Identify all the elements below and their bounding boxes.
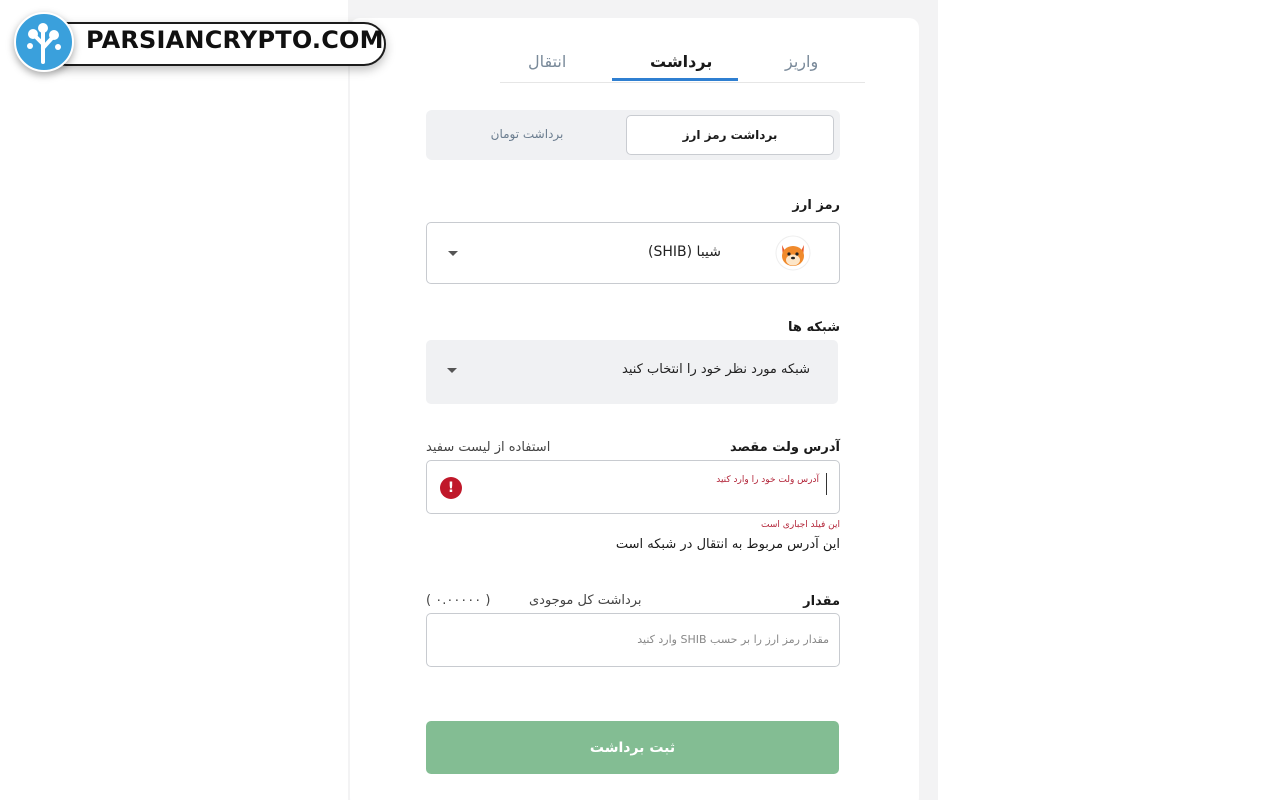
address-hint: این آدرس مربوط به انتقال در شبکه است [615, 537, 840, 552]
whitelist-link[interactable]: استفاده از لیست سفید [426, 440, 550, 455]
network-placeholder: شبکه مورد نظر خود را انتخاب کنید [622, 362, 810, 377]
balance-value: ( ۰.۰۰۰۰۰ ) [426, 593, 491, 608]
currency-label: رمز ارز [792, 198, 840, 213]
text-cursor [826, 473, 827, 495]
address-input[interactable]: آدرس ولت خود را وارد کنید ! [426, 460, 840, 514]
toman-withdraw-option[interactable]: برداشت تومان [432, 115, 622, 153]
amount-label: مقدار [803, 594, 840, 609]
crypto-withdraw-option[interactable]: برداشت رمز ارز [626, 115, 834, 155]
logo-text: PARSIANCRYPTO.COM [86, 26, 384, 54]
address-label: آدرس ولت مقصد [729, 440, 840, 455]
currency-value: شیبا (SHIB) [648, 244, 721, 260]
error-icon: ! [440, 477, 462, 499]
shiba-inu-coin-icon [775, 235, 811, 271]
tab-withdraw[interactable]: برداشت [650, 52, 712, 71]
address-placeholder: آدرس ولت خود را وارد کنید [716, 475, 819, 485]
logo-tree-icon [14, 12, 74, 72]
currency-select[interactable]: شیبا (SHIB) [426, 222, 840, 284]
site-logo: PARSIANCRYPTO.COM [14, 12, 386, 72]
submit-withdraw-button[interactable]: ثبت برداشت [426, 721, 839, 774]
address-error: این فیلد اجباری است [761, 520, 840, 530]
network-select[interactable]: شبکه مورد نظر خود را انتخاب کنید [426, 340, 838, 404]
active-tab-indicator [612, 78, 738, 81]
chevron-down-icon [447, 368, 457, 373]
amount-input[interactable]: مقدار رمز ارز را بر حسب SHIB وارد کنید [426, 613, 840, 667]
amount-placeholder: مقدار رمز ارز را بر حسب SHIB وارد کنید [637, 633, 829, 646]
tab-deposit[interactable]: واریز [785, 52, 818, 71]
chevron-down-icon [448, 251, 458, 256]
withdraw-type-switch: برداشت رمز ارز برداشت تومان [426, 110, 840, 160]
tab-transfer[interactable]: انتقال [528, 52, 566, 71]
network-label: شبکه ها [788, 320, 840, 335]
withdraw-all-link[interactable]: برداشت کل موجودی [529, 593, 642, 608]
